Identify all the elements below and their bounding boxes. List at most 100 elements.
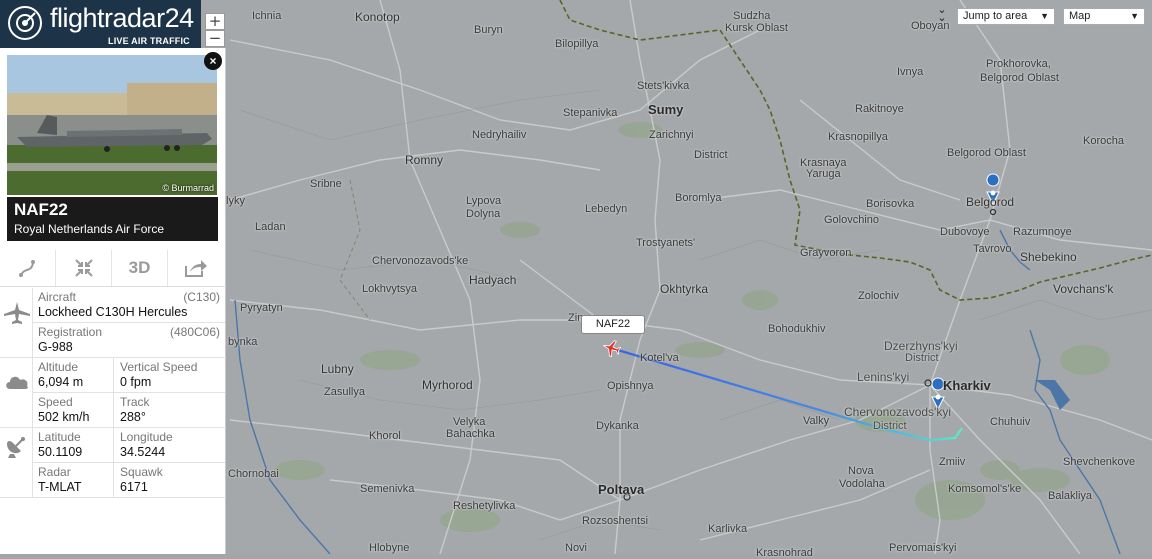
place-label: Krasnohrad bbox=[756, 547, 813, 559]
jump-to-area-label: Jump to area bbox=[963, 10, 1028, 22]
place-label: Borisovka bbox=[866, 198, 915, 210]
airline-name: Royal Netherlands Air Force bbox=[14, 222, 165, 236]
place-label: Bilopillya bbox=[555, 38, 599, 50]
flight-info-panel: © Burmarrad × NAF22 Royal Netherlands Ai… bbox=[0, 48, 226, 554]
column-divider bbox=[113, 358, 114, 497]
close-panel-icon[interactable]: × bbox=[204, 52, 222, 70]
place-label: Opishnya bbox=[607, 380, 654, 392]
flight-map-label[interactable]: NAF22 bbox=[581, 315, 645, 334]
place-label: Konotop bbox=[355, 10, 400, 24]
radar-dish-icon bbox=[7, 437, 25, 458]
radar-label: Radar bbox=[38, 465, 71, 479]
aircraft-label: Aircraft bbox=[38, 290, 77, 304]
aircraft-value: Lockheed C130H Hercules bbox=[38, 305, 188, 319]
speed-value: 502 km/h bbox=[38, 410, 90, 424]
icon-column-divider bbox=[32, 288, 33, 497]
place-label: Tavrovo bbox=[973, 243, 1012, 255]
place-label: Prokhorovka, bbox=[986, 58, 1051, 70]
dropdown-arrow-icon: ▼ bbox=[1040, 11, 1049, 21]
altitude-value: 6,094 m bbox=[38, 375, 84, 389]
speed-label: Speed bbox=[38, 395, 73, 409]
place-label: Sribne bbox=[310, 178, 342, 190]
place-label: Rozsoshentsi bbox=[582, 515, 649, 527]
latitude-label: Latitude bbox=[38, 430, 81, 444]
place-label: Vodolaha bbox=[839, 478, 885, 490]
place-label: Chuhuiv bbox=[990, 416, 1031, 428]
place-label: Kharkiv bbox=[943, 378, 991, 393]
divider bbox=[32, 392, 225, 393]
3d-view-button[interactable]: 3D bbox=[112, 250, 168, 286]
place-label: District bbox=[905, 352, 939, 364]
map-type-select[interactable]: Map ▼ bbox=[1063, 8, 1145, 25]
place-label: Velyka bbox=[453, 416, 486, 428]
latitude-value: 50.1109 bbox=[38, 445, 83, 459]
place-label: Trostyanets' bbox=[636, 237, 696, 249]
place-label: Dolyna bbox=[466, 208, 501, 220]
radar-icon bbox=[8, 6, 42, 40]
place-label: Pyryatyn bbox=[240, 302, 283, 314]
place-label: Reshetylivka bbox=[453, 500, 516, 512]
place-label: Dubovoye bbox=[940, 226, 990, 238]
place-label: Komsomol's'ke bbox=[948, 483, 1022, 495]
place-label: Hadyach bbox=[469, 273, 517, 287]
place-label: Golovchino bbox=[824, 214, 880, 226]
place-label: Stets'kivka bbox=[637, 80, 690, 92]
place-label: Novi bbox=[565, 542, 588, 554]
place-label: Khorol bbox=[369, 430, 401, 442]
place-label: Kotel'va bbox=[640, 352, 679, 364]
weather-cloud-icon bbox=[6, 376, 28, 389]
jump-to-area-select[interactable]: Jump to area ▼ bbox=[957, 8, 1055, 25]
place-label: Chervonozavods'kyi bbox=[844, 405, 952, 419]
aircraft-photo: © Burmarrad bbox=[7, 55, 217, 195]
brand-logo[interactable]: flightradar24 LIVE AIR TRAFFIC bbox=[0, 0, 201, 48]
zoom-in-button[interactable]: + bbox=[205, 13, 225, 30]
route-icon bbox=[18, 260, 35, 277]
place-label: Kursk Oblast bbox=[725, 22, 788, 34]
place-label: Belgorod Oblast bbox=[947, 147, 1026, 159]
fit-view-button[interactable] bbox=[56, 250, 112, 286]
track-value: 288° bbox=[120, 410, 146, 424]
zoom-out-button[interactable]: − bbox=[205, 30, 225, 47]
radar-value: T-MLAT bbox=[38, 480, 82, 494]
place-label: Grayvoron bbox=[800, 247, 852, 259]
place-label: Romny bbox=[405, 153, 444, 167]
registration-value: G-988 bbox=[38, 340, 73, 354]
place-label: Boromlya bbox=[675, 192, 722, 204]
fit-view-icon bbox=[74, 259, 93, 277]
place-label: Balakliya bbox=[1048, 490, 1093, 502]
callsign: NAF22 bbox=[14, 200, 68, 219]
share-button[interactable] bbox=[168, 250, 224, 286]
place-label: Nova bbox=[848, 465, 874, 477]
place-label: Valky bbox=[803, 415, 830, 427]
place-label: Dykanka bbox=[596, 420, 639, 432]
vertical-speed-label: Vertical Speed bbox=[120, 360, 198, 374]
collapse-icon[interactable]: ⌄ ⌄ bbox=[933, 5, 951, 24]
place-label: Sumy bbox=[648, 102, 684, 117]
place-label: Lebedyn bbox=[585, 203, 628, 215]
flight-title-box: NAF22 Royal Netherlands Air Force bbox=[7, 197, 218, 241]
place-label: Belgorod bbox=[966, 195, 1015, 209]
place-label: District bbox=[873, 420, 907, 432]
place-label: Belgorod Oblast bbox=[980, 72, 1059, 84]
share-icon bbox=[185, 260, 207, 277]
place-label: lyky bbox=[226, 195, 245, 207]
place-label: Buryn bbox=[474, 24, 503, 36]
panel-toolbar: 3D bbox=[0, 250, 226, 287]
route-button[interactable] bbox=[0, 250, 56, 286]
photo-credit: © Burmarrad bbox=[162, 183, 214, 193]
place-label: Chornobai bbox=[228, 468, 279, 480]
place-label: Lenins'kyi bbox=[857, 370, 910, 384]
place-label: Bohodukhiv bbox=[768, 323, 826, 335]
place-label: Ivnya bbox=[897, 66, 924, 78]
place-label: Sudzha bbox=[733, 10, 771, 22]
brand-subtitle: LIVE AIR TRAFFIC bbox=[108, 36, 190, 46]
place-label: Hlobyne bbox=[369, 542, 410, 554]
place-label: Zasullya bbox=[324, 386, 365, 398]
place-label: Okhtyrka bbox=[660, 282, 709, 296]
airplane-icon bbox=[4, 302, 30, 324]
squawk-value: 6171 bbox=[120, 480, 148, 494]
place-label: Myrhorod bbox=[422, 378, 473, 392]
place-label: Dzerzhyns'kyi bbox=[884, 339, 958, 353]
longitude-label: Longitude bbox=[120, 430, 173, 444]
place-label: Zolochiv bbox=[858, 290, 899, 302]
